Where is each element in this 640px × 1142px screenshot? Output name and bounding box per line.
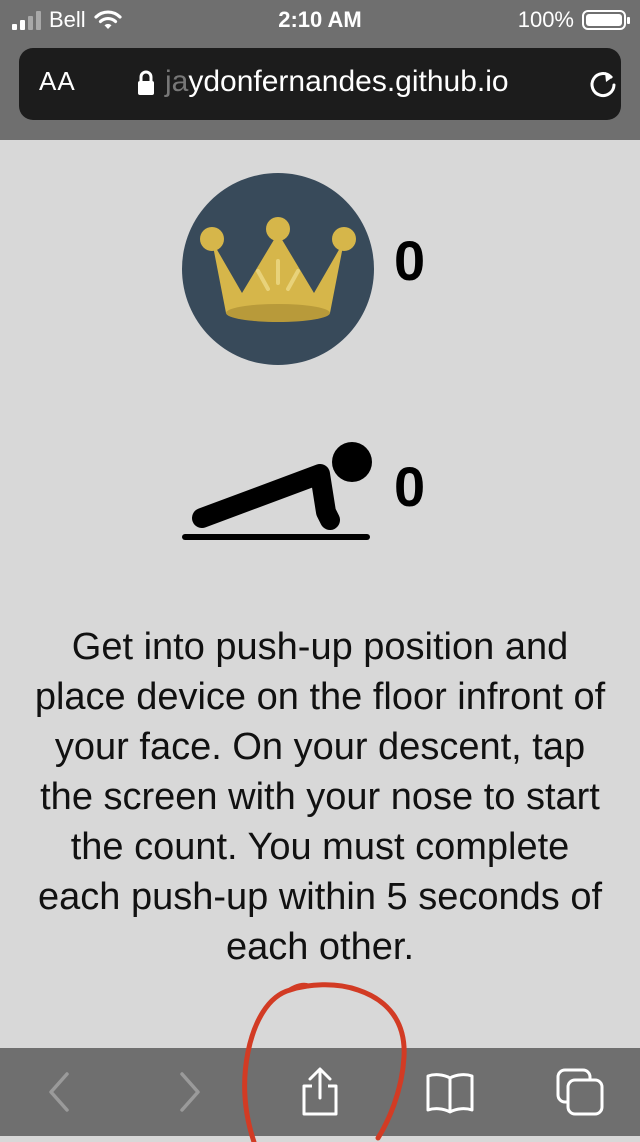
pushup-count-value: 0	[394, 455, 426, 518]
pushup-icon	[182, 442, 372, 540]
bookmarks-icon[interactable]	[424, 1066, 476, 1118]
share-icon[interactable]	[294, 1066, 346, 1118]
status-right: 100%	[517, 7, 630, 33]
tabs-icon[interactable]	[554, 1066, 606, 1118]
reload-icon[interactable]	[587, 68, 619, 100]
forward-icon[interactable]	[164, 1066, 216, 1118]
high-score-value: 0	[394, 229, 426, 292]
browser-chrome: Bell 2:10 AM 100% AA jaydonfernandes.git…	[0, 0, 640, 140]
url-text[interactable]: jaydonfernandes.github.io	[165, 65, 509, 99]
lock-icon	[138, 70, 154, 95]
high-score-badge	[182, 173, 374, 365]
address-bar[interactable]: AA jaydonfernandes.github.io	[19, 48, 621, 120]
bottom-toolbar	[0, 1048, 640, 1136]
text-size-button[interactable]: AA	[39, 66, 76, 97]
status-bar: Bell 2:10 AM 100%	[0, 0, 640, 40]
url-text-main: ydonfernandes.github.io	[188, 65, 509, 98]
crown-icon	[200, 217, 356, 322]
battery-percent: 100%	[517, 7, 574, 32]
url-text-faded: ja	[165, 65, 189, 98]
battery-icon	[582, 10, 630, 30]
instructions-text: Get into push-up position and place devi…	[34, 626, 606, 968]
back-icon[interactable]	[33, 1066, 85, 1118]
